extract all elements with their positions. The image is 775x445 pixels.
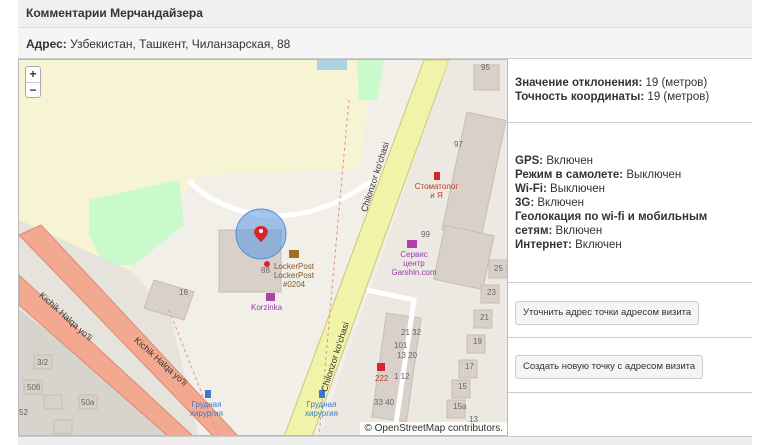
map-label-building: 21 32 xyxy=(401,328,422,337)
zoom-out-button[interactable]: − xyxy=(26,82,40,97)
deviation-section: Значение отклонения: 19 (метров) Точност… xyxy=(508,59,752,123)
map-label-building: 33 40 xyxy=(374,398,395,407)
map-label-building: 50a xyxy=(81,398,95,407)
internet-row: Интернет: Включен xyxy=(515,238,745,252)
internet-value: Включен xyxy=(575,239,622,251)
geolocation-row: Геолокация по wi-fi и мобильным сетям: В… xyxy=(515,210,745,238)
comments-header: Комментарии Мерчандайзера xyxy=(18,0,752,28)
map-label-building: 3/2 xyxy=(37,358,49,367)
wifi-value: Выключен xyxy=(550,183,605,195)
3g-value: Включен xyxy=(537,197,585,209)
zoom-control: + − xyxy=(25,66,41,98)
address-value: Узбекистан, Ташкент, Чиланзарская, 88 xyxy=(70,37,291,51)
wifi-row: Wi-Fi: Выключен xyxy=(515,182,745,196)
map-label-building: 21 xyxy=(480,313,489,322)
deviation-value: 19 (метров) xyxy=(645,77,708,89)
map-label-building: 15 xyxy=(458,382,467,391)
map-label-building: 25 xyxy=(494,264,503,273)
map-label-building: 16 xyxy=(179,288,188,297)
map-label-building: 13 20 xyxy=(397,351,418,360)
map-label-building: 1 12 xyxy=(394,372,410,381)
accuracy-value: 19 (метров) xyxy=(647,91,710,103)
map-label-poi: LockerPost LockerPost #0204 xyxy=(273,262,315,289)
zoom-in-button[interactable]: + xyxy=(26,67,40,82)
map-attribution[interactable]: © OpenStreetMap contributors. xyxy=(360,422,507,435)
map-label-building: 23 xyxy=(487,288,496,297)
gps-value: Включен xyxy=(546,155,593,167)
map-view[interactable]: + − Chilonzor ko'chasi Chilonzor ko'chas… xyxy=(18,59,508,436)
wifi-label: Wi-Fi: xyxy=(515,183,547,195)
map-label-building: 19 xyxy=(473,337,482,346)
map-label-building: 15a xyxy=(453,402,467,411)
map-label-building: 97 xyxy=(454,140,463,149)
geolocation-label: Геолокация по wi-fi и мобильным сетям: xyxy=(515,211,708,237)
deviation-row: Значение отклонения: 19 (метров) xyxy=(515,76,745,90)
header-title: Комментарии Мерчандайзера xyxy=(26,6,203,20)
map-label-building: 88 xyxy=(261,266,270,275)
gps-label: GPS: xyxy=(515,155,544,167)
info-panel: Значение отклонения: 19 (метров) Точност… xyxy=(508,59,752,436)
airplane-row: Режим в самолете: Выключен xyxy=(515,168,745,182)
geolocation-value: Включен xyxy=(555,225,603,237)
map-canvas xyxy=(19,60,507,435)
device-status-section: GPS: Включен Режим в самолете: Выключен … xyxy=(508,123,752,283)
map-label-building: 95 xyxy=(481,63,490,72)
airplane-label: Режим в самолете: xyxy=(515,169,624,181)
accuracy-label: Точность координаты: xyxy=(515,91,645,103)
3g-row: 3G: Включен xyxy=(515,196,745,210)
map-label-poi: Грудная хирургия xyxy=(305,400,338,418)
address-row: Адрес: Узбекистан, Ташкент, Чиланзарская… xyxy=(18,28,752,59)
map-label-building: 17 xyxy=(465,362,474,371)
internet-label: Интернет: xyxy=(515,239,572,251)
airplane-value: Выключен xyxy=(626,169,682,181)
map-label-poi: Стоматолог и Я xyxy=(414,182,459,200)
map-label-poi: 222 xyxy=(375,374,389,383)
create-section: Создать новую точку с адресом визита xyxy=(508,338,752,393)
map-label-building: 99 xyxy=(421,230,430,239)
deviation-label: Значение отклонения: xyxy=(515,77,643,89)
bottom-bar xyxy=(18,436,752,445)
map-label-building: 52 xyxy=(19,408,28,417)
map-label-building: 50б xyxy=(27,383,41,392)
accuracy-row: Точность координаты: 19 (метров) xyxy=(515,90,745,104)
map-label-poi: Сервис центр Garshin.com xyxy=(391,250,437,277)
3g-label: 3G: xyxy=(515,197,535,209)
create-point-button[interactable]: Создать новую точку с адресом визита xyxy=(515,355,704,379)
refine-section: Уточнить адрес точки адресом визита xyxy=(508,283,752,338)
map-label-poi: Грудная хирургия xyxy=(190,400,223,418)
map-label-building: 101 xyxy=(394,341,408,350)
map-label-poi: Korzinka xyxy=(251,303,283,312)
gps-row: GPS: Включен xyxy=(515,154,745,168)
address-label: Адрес: xyxy=(26,37,67,51)
refine-address-button[interactable]: Уточнить адрес точки адресом визита xyxy=(515,301,700,325)
